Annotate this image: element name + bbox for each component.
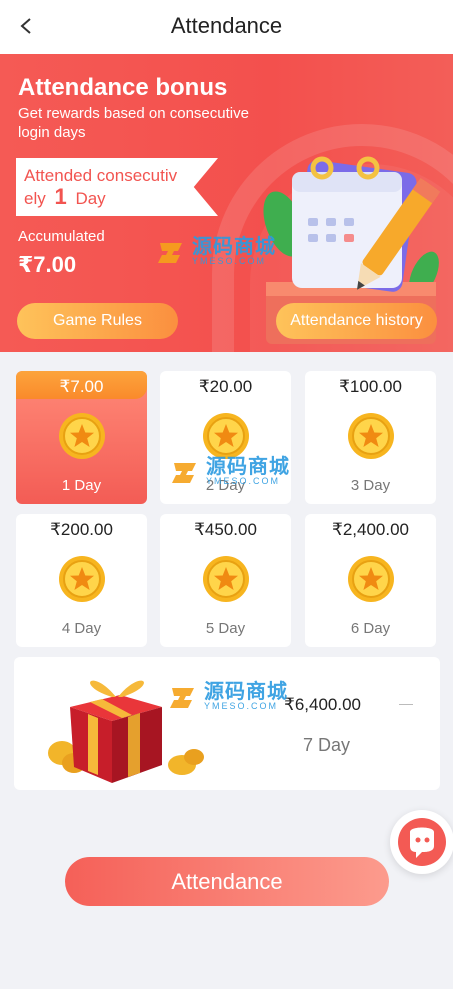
day-reward-card[interactable]: ₹100.00 3 Day [305,371,436,504]
streak-label: Attended consecutiv [24,166,178,185]
watermark-logo: 源码商城 YMESO.COM [158,236,276,266]
watermark-text: 源码商城 [206,456,290,478]
day-reward-card[interactable]: ₹200.00 4 Day [16,514,147,647]
chat-icon [398,818,446,866]
reward-amount: ₹450.00 [194,520,257,539]
attendance-banner: Attendance bonus Get rewards based on co… [0,54,453,352]
watermark-text: 源码商城 [192,236,276,258]
game-rules-button[interactable]: Game Rules [17,303,178,339]
watermark-subtext: YMESO.COM [204,701,279,711]
watermark-icon [158,243,182,263]
streak-label-cont: ely [24,189,46,208]
streak-unit: Day [75,189,106,208]
divider [399,704,413,705]
coin-icon [347,413,394,459]
watermark-icon [172,463,196,483]
watermark-logo: 源码商城 YMESO.COM [170,681,288,711]
watermark-subtext: YMESO.COM [206,476,281,486]
consecutive-days-badge: Attended consecutiv ely 1 Day [16,158,218,216]
reward-day-label: 1 Day [61,477,102,494]
reward-day-label: 3 Day [350,477,391,494]
watermark-subtext: YMESO.COM [192,256,267,266]
reward-amount: ₹7.00 [59,377,104,396]
coin-icon [58,556,105,602]
reward-amount: ₹100.00 [339,377,402,396]
attendance-button[interactable]: Attendance [65,857,389,906]
watermark-logo: 源码商城 YMESO.COM [172,456,290,486]
day-7-amount: ₹6,400.00 [284,695,361,714]
attendance-history-button[interactable]: Attendance history [276,303,437,339]
reward-amount: ₹20.00 [198,377,253,396]
watermark-icon [170,688,194,708]
banner-subtitle: Get rewards based on consecutive login d… [18,105,249,141]
coin-icon [347,556,394,602]
day-reward-card[interactable]: ₹7.00 1 Day [16,371,147,504]
reward-day-label: 6 Day [350,620,391,637]
coin-icon [202,556,249,602]
day-7-reward-card[interactable]: ₹6,400.00 7 Day 源码商城 YMESO.COM [14,657,440,790]
coin-icon [58,413,105,459]
watermark-text: 源码商城 [204,681,288,703]
day-7-label: 7 Day [303,735,351,755]
banner-title: Attendance bonus [18,74,228,101]
coin-icon [202,413,249,459]
page-title: Attendance [170,13,283,38]
reward-day-label: 4 Day [61,620,102,637]
accumulated-label: Accumulated [18,228,105,245]
reward-amount: ₹200.00 [50,520,113,539]
reward-day-label: 5 Day [205,620,246,637]
customer-service-chat-button[interactable] [390,810,453,874]
top-bar: Attendance [0,0,453,54]
day-reward-card[interactable]: ₹450.00 5 Day [160,514,291,647]
accumulated-value: ₹7.00 [18,252,77,277]
reward-amount: ₹2,400.00 [332,520,409,539]
streak-count: 1 [54,184,67,209]
day-reward-card[interactable]: ₹2,400.00 6 Day [305,514,436,647]
